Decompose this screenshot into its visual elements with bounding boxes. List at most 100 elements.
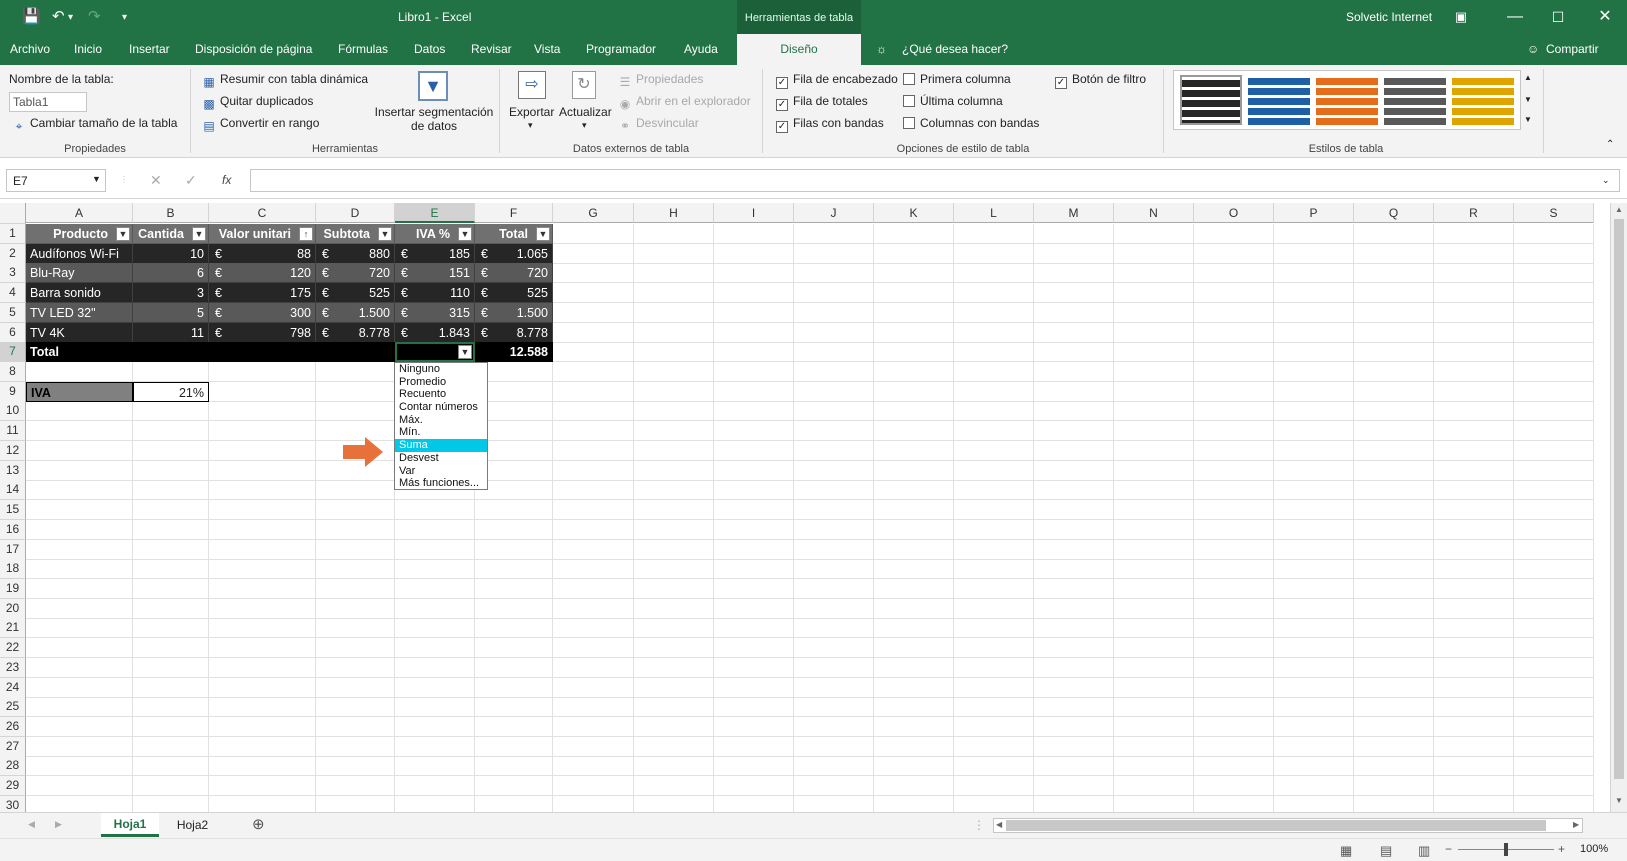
grid-cell[interactable] (1034, 776, 1114, 797)
grid-cell[interactable] (634, 500, 714, 521)
row-header-10[interactable]: 10 (0, 401, 26, 422)
grid-cell[interactable] (553, 322, 634, 343)
insert-slicer-button[interactable]: Insertar segmentación de datos (374, 105, 494, 133)
grid-cell[interactable] (954, 638, 1034, 659)
table-cell[interactable]: €720 (475, 263, 553, 284)
filter-dropdown-icon[interactable]: ▼ (116, 227, 130, 241)
filter-dropdown-icon[interactable]: ▼ (192, 227, 206, 241)
grid-cell[interactable] (874, 480, 954, 501)
grid-cell[interactable] (1514, 243, 1594, 264)
maximize-icon[interactable]: ☐ (1538, 5, 1578, 29)
grid-cell[interactable] (316, 578, 395, 599)
total-row-cell[interactable] (316, 342, 395, 363)
grid-cell[interactable] (1034, 618, 1114, 639)
tab-archivo[interactable]: Archivo (10, 42, 50, 56)
grid-cell[interactable] (1434, 717, 1514, 737)
grid-cell[interactable] (634, 618, 714, 639)
banded-columns-checkbox[interactable]: Columnas con bandas (903, 116, 1039, 130)
column-header-L[interactable]: L (954, 203, 1034, 223)
grid-cell[interactable] (954, 776, 1034, 797)
grid-cell[interactable] (1274, 362, 1354, 383)
grid-cell[interactable] (1194, 717, 1274, 737)
grid-cell[interactable] (1194, 697, 1274, 718)
row-header-21[interactable]: 21 (0, 618, 26, 639)
grid-cell[interactable] (475, 717, 553, 737)
grid-cell[interactable] (316, 697, 395, 718)
grid-cell[interactable] (395, 717, 475, 737)
grid-cell[interactable] (954, 283, 1034, 304)
grid-cell[interactable] (1434, 263, 1514, 284)
grid-cell[interactable] (954, 795, 1034, 812)
grid-cell[interactable] (794, 322, 874, 343)
grid-cell[interactable] (133, 657, 209, 678)
grid-cell[interactable] (1194, 421, 1274, 442)
grid-cell[interactable] (1034, 243, 1114, 264)
grid-cell[interactable] (794, 677, 874, 698)
grid-cell[interactable] (209, 736, 316, 757)
grid-cell[interactable] (26, 618, 133, 639)
grid-cell[interactable] (634, 263, 714, 284)
grid-cell[interactable] (1194, 539, 1274, 560)
row-header-9[interactable]: 9 (0, 381, 26, 402)
grid-cell[interactable] (874, 776, 954, 797)
grid-cell[interactable] (1434, 322, 1514, 343)
grid-cell[interactable] (316, 756, 395, 777)
grid-cell[interactable] (1434, 519, 1514, 540)
style-swatch-gold[interactable] (1452, 75, 1514, 125)
grid-cell[interactable] (553, 263, 634, 284)
grid-cell[interactable] (1114, 460, 1194, 481)
total-row-cell[interactable]: Total (26, 342, 133, 363)
grid-cell[interactable] (209, 362, 316, 383)
table-cell[interactable]: Blu-Ray (26, 263, 133, 284)
grid-cell[interactable] (874, 697, 954, 718)
share-button[interactable]: Compartir (1546, 42, 1599, 56)
grid-cell[interactable] (794, 460, 874, 481)
grid-cell[interactable] (714, 362, 794, 383)
grid-cell[interactable] (1274, 421, 1354, 442)
table-cell[interactable]: €120 (209, 263, 316, 284)
scroll-right-icon[interactable]: ▶ (1573, 820, 1579, 829)
grid-cell[interactable] (634, 657, 714, 678)
grid-cell[interactable] (714, 381, 794, 402)
grid-cell[interactable] (316, 776, 395, 797)
sheet-tab-hoja2[interactable]: Hoja2 (165, 813, 220, 837)
grid-cell[interactable] (1194, 263, 1274, 284)
grid-cell[interactable] (954, 618, 1034, 639)
table-cell[interactable]: €88 (209, 243, 316, 264)
grid-cell[interactable] (553, 224, 634, 244)
grid-cell[interactable] (1354, 598, 1434, 619)
grid-cell[interactable] (316, 598, 395, 619)
table-cell[interactable]: 3 (133, 283, 209, 304)
grid-cell[interactable] (714, 283, 794, 304)
grid-cell[interactable] (874, 638, 954, 659)
grid-cell[interactable] (714, 598, 794, 619)
grid-cell[interactable] (475, 657, 553, 678)
grid-cell[interactable] (209, 401, 316, 422)
menu-item-2[interactable]: Recuento (395, 388, 487, 401)
grid-cell[interactable] (1274, 322, 1354, 343)
grid-cell[interactable] (1514, 322, 1594, 343)
grid-cell[interactable] (1274, 263, 1354, 284)
row-header-7[interactable]: 7 (0, 342, 26, 363)
menu-item-1[interactable]: Promedio (395, 376, 487, 389)
grid-cell[interactable] (634, 322, 714, 343)
grid-cell[interactable] (316, 401, 395, 422)
grid-cell[interactable] (794, 283, 874, 304)
grid-cell[interactable] (874, 440, 954, 461)
column-header-H[interactable]: H (634, 203, 714, 223)
grid-cell[interactable] (1114, 421, 1194, 442)
style-swatch-gray[interactable] (1384, 75, 1446, 125)
grid-cell[interactable] (1034, 539, 1114, 560)
grid-cell[interactable] (1354, 440, 1434, 461)
grid-cell[interactable] (1434, 578, 1514, 599)
grid-cell[interactable] (1274, 539, 1354, 560)
grid-cell[interactable] (794, 302, 874, 323)
grid-cell[interactable] (1434, 401, 1514, 422)
tab-diseno[interactable]: Diseño (737, 34, 861, 65)
grid-cell[interactable] (209, 618, 316, 639)
grid-cell[interactable] (874, 460, 954, 481)
grid-cell[interactable] (1514, 657, 1594, 678)
grid-cell[interactable] (954, 500, 1034, 521)
grid-cell[interactable] (209, 559, 316, 580)
column-header-G[interactable]: G (553, 203, 634, 223)
